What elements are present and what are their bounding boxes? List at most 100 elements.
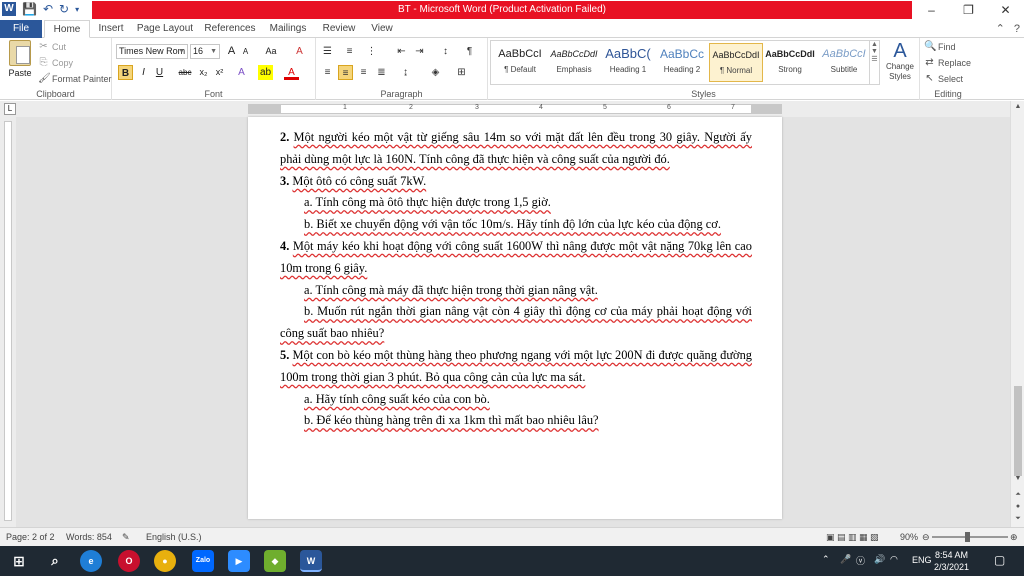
style-heading-1[interactable]: AaBbC( Heading 1 — [601, 43, 655, 82]
tab-references[interactable]: References — [204, 20, 256, 38]
document-body[interactable]: 2. Một người kéo một vật từ giếng sâu 14… — [280, 127, 752, 432]
font-color-icon[interactable]: A — [284, 65, 299, 80]
format-painter-button[interactable]: 🖌 Format Painter — [38, 73, 112, 84]
edge-browser-icon[interactable]: e — [80, 550, 102, 572]
zoom-level[interactable]: 90% — [900, 532, 918, 542]
view-buttons[interactable]: ▣ ▤ ▥ ▦ ▧ — [826, 532, 879, 543]
style-strong[interactable]: AaBbCcDdI Strong — [763, 43, 817, 82]
multilevel-list-icon[interactable]: ⋮ — [364, 44, 379, 59]
undo-icon[interactable]: ↶ — [43, 2, 53, 16]
page-count[interactable]: Page: 2 of 2 — [6, 532, 55, 542]
browse-object-icon[interactable]: ● — [1011, 501, 1024, 513]
paste-button[interactable]: Paste — [6, 40, 34, 78]
clear-formatting-button[interactable]: A — [292, 44, 307, 59]
wifi-icon[interactable]: ◠ — [890, 554, 898, 565]
underline-button[interactable]: U — [152, 65, 167, 80]
next-page-icon[interactable]: ⏷ — [1011, 513, 1024, 525]
justify-icon[interactable]: ≣ — [374, 65, 389, 80]
style-default[interactable]: AaBbCcI ¶ Default — [493, 43, 547, 82]
tab-view[interactable]: View — [366, 20, 398, 38]
minimize-button[interactable]: – — [913, 0, 950, 20]
cut-button[interactable]: ✂ Cut — [38, 41, 66, 52]
tab-review[interactable]: Review — [320, 20, 358, 38]
italic-button[interactable]: I — [136, 65, 151, 80]
document-page[interactable]: 2. Một người kéo một vật từ giếng sâu 14… — [248, 117, 782, 519]
font-size-select[interactable]: 16 ▼ — [190, 44, 220, 59]
minimize-ribbon-icon[interactable]: ⌃ — [996, 23, 1005, 35]
numbering-icon[interactable]: ≡ — [342, 44, 357, 59]
style-normal[interactable]: AaBbCcDdI ¶ Normal — [709, 43, 763, 82]
notifications-icon[interactable]: ▢ — [994, 553, 1005, 567]
save-icon[interactable]: 💾 — [22, 2, 37, 16]
style-emphasis[interactable]: AaBbCcDdI Emphasis — [547, 43, 601, 82]
scroll-up-icon[interactable]: ▲ — [1011, 101, 1024, 113]
zoom-slider-thumb[interactable] — [965, 532, 970, 542]
show-formatting-marks-button[interactable]: ¶ — [462, 44, 477, 59]
help-icon[interactable]: ? — [1014, 23, 1020, 35]
word-taskbar-icon[interactable]: W — [300, 550, 322, 572]
find-button[interactable]: 🔍 Find — [924, 41, 956, 52]
horizontal-ruler[interactable]: 1 2 3 4 5 6 7 — [248, 104, 782, 114]
highlight-icon[interactable]: ab — [258, 65, 273, 80]
style-subtitle[interactable]: AaBbCcI Subtitle — [817, 43, 871, 82]
change-styles-button[interactable]: A Change Styles — [882, 40, 918, 82]
word-app-icon[interactable]: W — [2, 2, 16, 16]
input-method-icon[interactable]: ⓥ — [856, 554, 865, 567]
line-spacing-icon[interactable]: ↨ — [398, 65, 413, 80]
grow-font-button[interactable]: A — [224, 44, 239, 59]
subscript-button[interactable]: x₂ — [196, 65, 211, 80]
tab-insert[interactable]: Insert — [94, 20, 128, 38]
previous-page-icon[interactable]: ⏶ — [1011, 489, 1024, 501]
bold-button[interactable]: B — [118, 65, 133, 80]
scroll-down-icon[interactable]: ▼ — [1011, 473, 1024, 485]
style-heading-2[interactable]: AaBbCc Heading 2 — [655, 43, 709, 82]
shading-icon[interactable]: ◈ — [428, 65, 443, 80]
tab-mailings[interactable]: Mailings — [266, 20, 310, 38]
show-hidden-icons[interactable]: ⌃ — [822, 554, 830, 565]
zoom-app-icon[interactable]: ▶ — [228, 550, 250, 572]
tab-file[interactable]: File — [0, 20, 42, 38]
change-case-button[interactable]: Aa — [262, 44, 280, 59]
borders-icon[interactable]: ⊞ — [454, 65, 469, 80]
language-indicator[interactable]: English (U.S.) — [146, 532, 202, 542]
decrease-indent-icon[interactable]: ⇤ — [394, 44, 409, 59]
zoom-out-icon[interactable]: ⊖ — [922, 532, 930, 543]
zoom-in-icon[interactable]: ⊕ — [1010, 532, 1018, 543]
restore-button[interactable]: ❐ — [950, 0, 987, 20]
tab-selector[interactable]: L — [4, 103, 16, 115]
volume-icon[interactable]: 🔊 — [874, 554, 885, 565]
superscript-button[interactable]: x² — [212, 65, 227, 80]
redo-icon[interactable]: ↻ — [59, 2, 69, 16]
chrome-browser-icon[interactable]: ● — [154, 550, 176, 572]
copy-button[interactable]: ⎘ Copy — [38, 57, 74, 68]
word-count[interactable]: Words: 854 — [66, 532, 112, 542]
replace-button[interactable]: ⇄ Replace — [924, 57, 971, 68]
proofing-icon[interactable]: ✎ — [122, 532, 130, 543]
tab-home[interactable]: Home — [44, 20, 90, 38]
opera-browser-icon[interactable]: O — [118, 550, 140, 572]
shrink-font-button[interactable]: A — [238, 44, 253, 59]
windows-start-icon[interactable]: ⊞ — [8, 550, 30, 572]
microphone-icon[interactable]: 🎤 — [840, 554, 851, 565]
language-indicator-tray[interactable]: ENG — [912, 555, 932, 565]
align-right-icon[interactable]: ≡ — [356, 65, 371, 80]
search-icon[interactable]: ⌕ — [44, 550, 66, 572]
increase-indent-icon[interactable]: ⇥ — [412, 44, 427, 59]
text-effects-icon[interactable]: A — [234, 65, 249, 80]
scroll-thumb[interactable] — [1014, 386, 1022, 476]
zoom-slider[interactable] — [932, 536, 1008, 538]
zalo-app-icon[interactable]: Zalo — [192, 550, 214, 572]
close-button[interactable]: ✕ — [987, 0, 1024, 20]
align-center-icon[interactable]: ≡ — [338, 65, 353, 80]
strikethrough-button[interactable]: abc — [176, 65, 194, 80]
vertical-scrollbar[interactable]: ▲ ▼ ⏶ ● ⏷ — [1010, 101, 1024, 527]
sort-icon[interactable]: ↕ — [438, 44, 453, 59]
bullets-icon[interactable]: ☰ — [320, 44, 335, 59]
system-clock[interactable]: 8:54 AM 2/3/2021 — [934, 549, 969, 573]
align-left-icon[interactable]: ≡ — [320, 65, 335, 80]
tab-page-layout[interactable]: Page Layout — [136, 20, 194, 38]
bluestacks-app-icon[interactable]: ◆ — [264, 550, 286, 572]
styles-scroll[interactable]: ▲ ▼ ☰ — [869, 41, 879, 84]
select-button[interactable]: ↖ Select — [924, 73, 963, 84]
customize-qat-icon[interactable]: ▾ — [75, 5, 79, 14]
